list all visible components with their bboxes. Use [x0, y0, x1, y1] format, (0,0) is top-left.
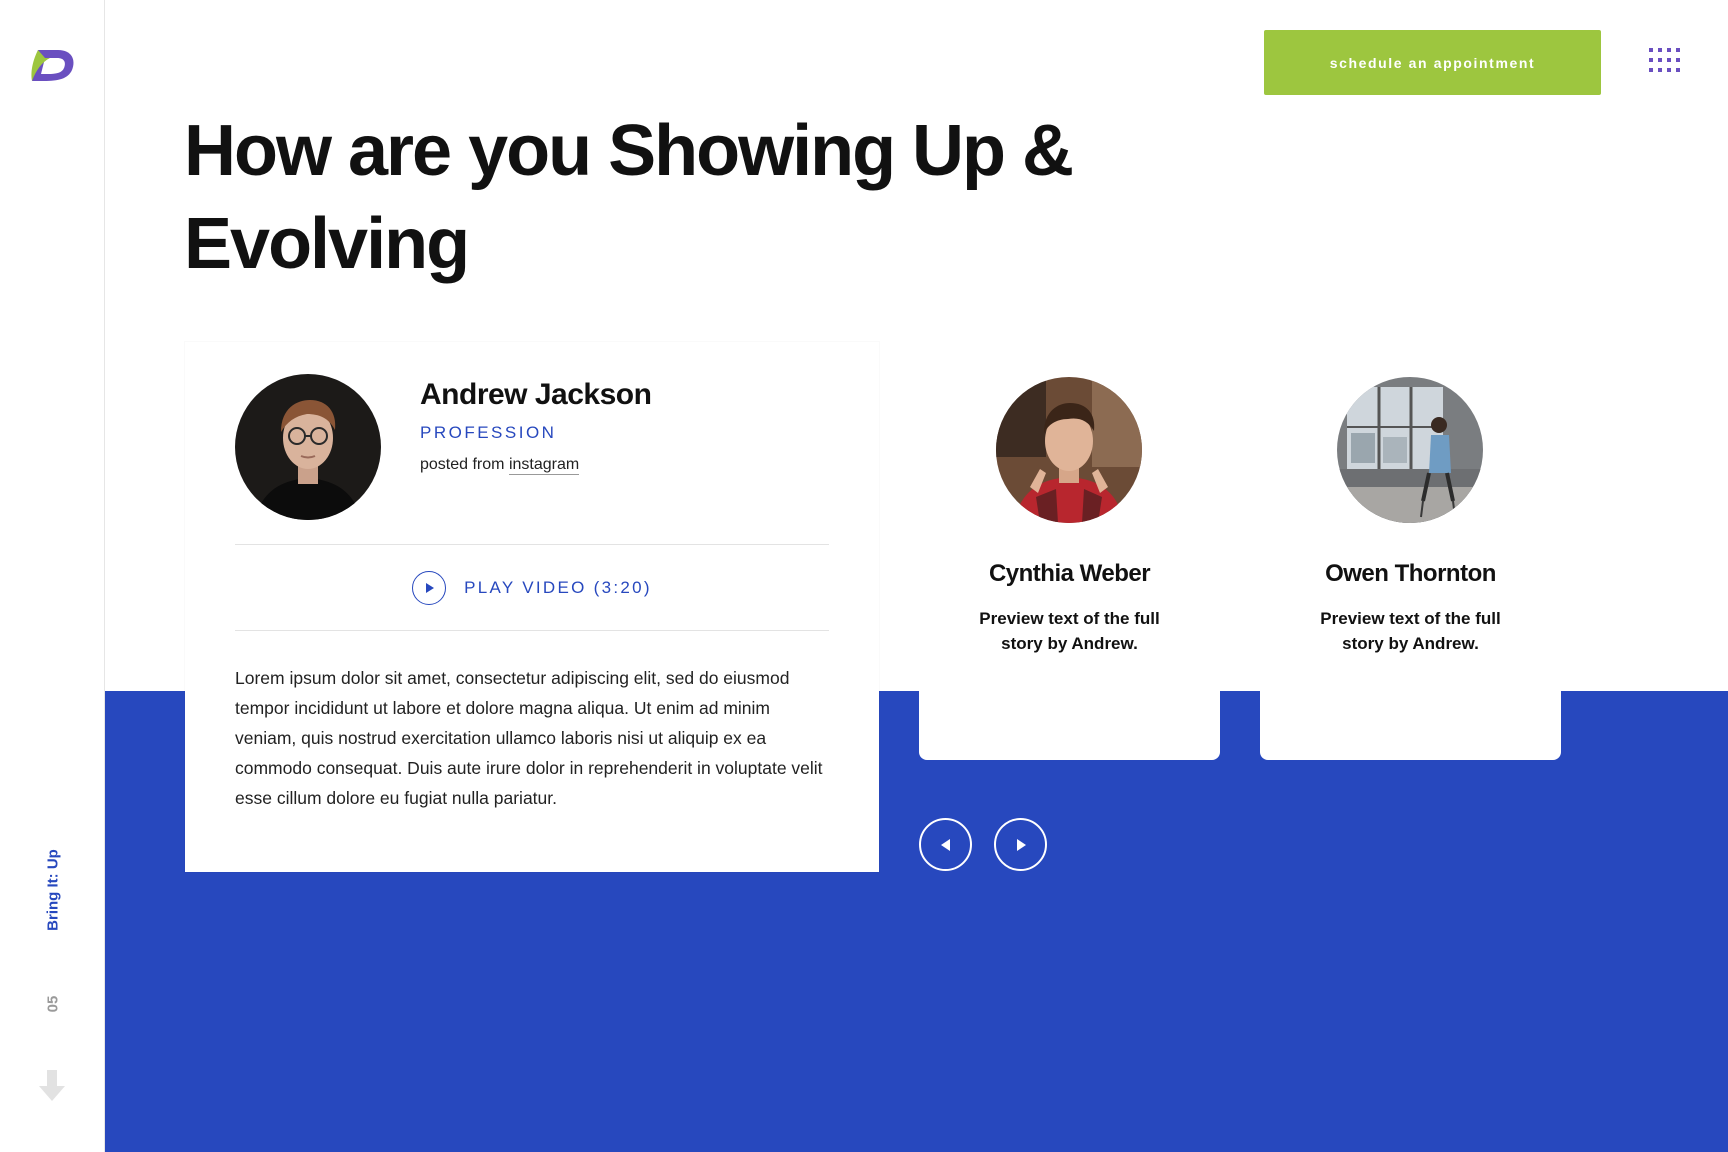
- posted-prefix: posted from: [420, 456, 505, 473]
- avatar: [235, 374, 381, 520]
- play-icon: [412, 570, 447, 605]
- carousel-next-button[interactable]: [994, 818, 1047, 871]
- story-name: Cynthia Weber: [988, 560, 1151, 587]
- section-label[interactable]: Bring It: Up: [45, 849, 62, 931]
- story-name: Owen Thornton: [1325, 560, 1496, 587]
- avatar: [996, 377, 1142, 523]
- story-preview: Preview text of the full story by Andrew…: [1320, 609, 1501, 653]
- avatar: [1337, 377, 1483, 523]
- featured-name: Andrew Jackson: [420, 378, 652, 411]
- posted-from: posted from instagram: [420, 456, 580, 475]
- page-title: How are you Showing Up & Evolving: [184, 111, 1074, 284]
- arrow-down-icon[interactable]: [38, 1070, 66, 1102]
- section-number: 05: [44, 995, 62, 1013]
- featured-body-text: Lorem ipsum dolor sit amet, consectetur …: [235, 668, 823, 808]
- divider: [235, 630, 829, 631]
- story-preview: Preview text of the full story by Andrew…: [979, 609, 1160, 653]
- brand-logo-icon[interactable]: [28, 48, 76, 82]
- arrow-left-icon: [940, 838, 950, 851]
- play-video-label: PLAY VIDEO (3:20): [464, 577, 652, 597]
- story-card[interactable]: Cynthia Weber Preview text of the full s…: [919, 342, 1220, 760]
- featured-profession: PROFESSION: [420, 423, 557, 442]
- play-video-button[interactable]: PLAY VIDEO (3:20): [235, 545, 829, 630]
- featured-story-card: Andrew Jackson PROFESSION posted from in…: [185, 342, 879, 872]
- grid-menu-icon[interactable]: [1649, 48, 1681, 80]
- schedule-appointment-button[interactable]: schedule an appointment: [1264, 30, 1601, 95]
- instagram-link[interactable]: instagram: [508, 456, 580, 475]
- left-sidebar: Bring It: Up 05: [0, 0, 105, 1152]
- carousel-prev-button[interactable]: [919, 818, 972, 871]
- arrow-right-icon: [1016, 838, 1026, 851]
- story-card[interactable]: Owen Thornton Preview text of the full s…: [1260, 342, 1561, 760]
